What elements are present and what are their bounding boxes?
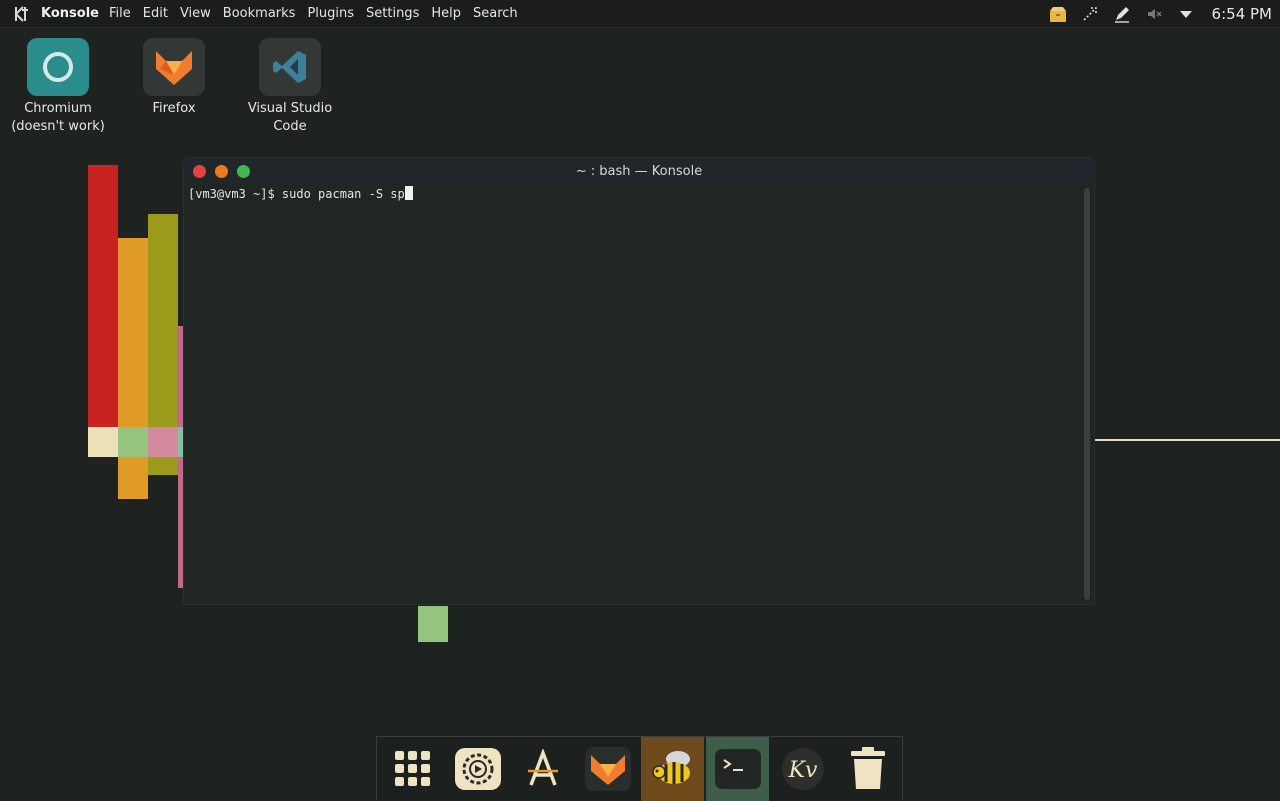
terminal-scrollbar[interactable] xyxy=(1084,188,1090,600)
typed-command: sudo pacman -S sp xyxy=(281,187,405,201)
dock-app-grid[interactable] xyxy=(381,737,444,801)
font-manager-icon xyxy=(527,748,558,786)
trash-icon xyxy=(850,746,885,789)
dock-trash[interactable] xyxy=(836,737,899,801)
active-app-name[interactable]: Konsole xyxy=(41,6,99,21)
minimize-button[interactable] xyxy=(215,164,228,178)
menu-settings[interactable]: Settings xyxy=(366,6,419,21)
desktop-icon-chromium[interactable]: Chromium (doesn't work) xyxy=(8,38,108,136)
app-grid-icon xyxy=(394,750,430,786)
menu-plugins[interactable]: Plugins xyxy=(307,6,354,21)
wallpaper-cell-cream xyxy=(88,427,118,457)
desktop-icon-label-sub: Code xyxy=(273,119,307,134)
package-updates-icon[interactable] xyxy=(1048,4,1068,24)
menu-help[interactable]: Help xyxy=(431,6,461,21)
dock-firefox[interactable] xyxy=(576,737,639,801)
volume-muted-icon[interactable] xyxy=(1144,4,1164,24)
settings-icon xyxy=(454,747,501,790)
wallpaper-bar-red xyxy=(88,165,118,427)
vscode-icon xyxy=(259,38,321,96)
dock-font-manager[interactable] xyxy=(511,737,574,801)
wallpaper-bar-olive xyxy=(148,214,178,427)
window-title: ~ : bash — Konsole xyxy=(575,163,703,179)
terminal-cursor xyxy=(404,186,413,200)
notes-pen-icon[interactable] xyxy=(1112,4,1132,24)
menu-view[interactable]: View xyxy=(180,6,211,21)
desktop-icon-label-sub: (doesn't work) xyxy=(11,119,105,134)
clock[interactable]: 6:54 PM xyxy=(1212,5,1272,23)
desktop-icon-vscode[interactable]: Visual Studio Code xyxy=(240,38,340,136)
shell-prompt: [vm3@vm3 ~]$ xyxy=(188,187,282,201)
menu-search[interactable]: Search xyxy=(473,6,518,21)
dock-settings[interactable] xyxy=(446,737,509,801)
desktop-icon-firefox[interactable]: Firefox xyxy=(124,38,224,118)
wallpaper-cell-green xyxy=(118,427,148,457)
kde-logo-icon[interactable] xyxy=(11,3,33,25)
wallpaper-bar-olive-low xyxy=(148,457,178,475)
wallpaper-cell-pink xyxy=(148,427,178,457)
desktop-icon-label: Visual Studio xyxy=(247,101,333,116)
menu-bookmarks[interactable]: Bookmarks xyxy=(223,6,296,21)
window-titlebar[interactable]: ~ : bash — Konsole xyxy=(184,158,1094,184)
maximize-button[interactable] xyxy=(237,164,250,178)
dock: Kv xyxy=(376,736,903,801)
dropdown-arrow-icon[interactable] xyxy=(1176,4,1196,24)
desktop-icon-label: Firefox xyxy=(152,101,196,116)
menu-file[interactable]: File xyxy=(109,6,131,21)
terminal-area[interactable]: [vm3@vm3 ~]$ sudo pacman -S sp xyxy=(184,184,1080,604)
wallpaper-line xyxy=(1095,439,1280,441)
dock-kv-app[interactable]: Kv xyxy=(771,737,834,801)
desktop-icon-label: Chromium xyxy=(24,101,92,116)
wallpaper-cell-green-2 xyxy=(418,606,448,642)
chromium-icon xyxy=(27,38,89,96)
terminal-icon xyxy=(714,748,761,789)
top-menu-bar: Konsole File Edit View Bookmarks Plugins… xyxy=(0,0,1280,28)
kv-app-icon: Kv xyxy=(781,747,824,790)
konsole-window[interactable]: ~ : bash — Konsole [vm3@vm3 ~]$ sudo pac… xyxy=(184,158,1094,604)
wallpaper-bar-orange-low xyxy=(118,457,148,499)
bee-app-icon xyxy=(651,750,690,784)
system-tray: 6:54 PM xyxy=(1048,0,1272,27)
close-button[interactable] xyxy=(193,164,206,178)
wallpaper-bar-orange xyxy=(118,238,148,427)
svg-text:Kv: Kv xyxy=(787,758,817,783)
dock-bee-app[interactable] xyxy=(641,736,704,801)
firefox-icon xyxy=(584,746,631,791)
dock-terminal[interactable] xyxy=(706,736,769,801)
menu-edit[interactable]: Edit xyxy=(143,6,168,21)
network-icon[interactable] xyxy=(1080,4,1100,24)
firefox-icon xyxy=(143,38,205,96)
